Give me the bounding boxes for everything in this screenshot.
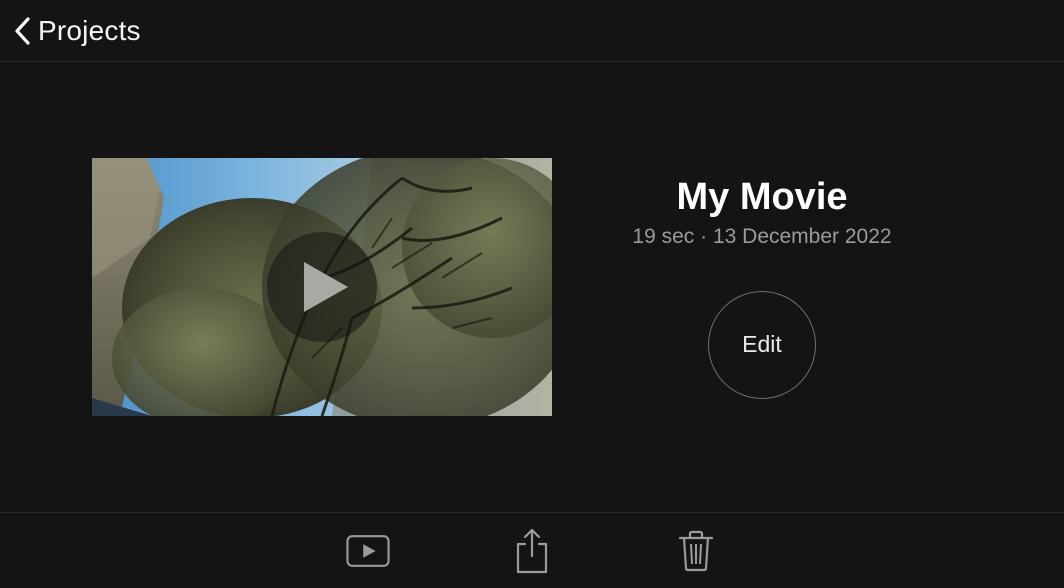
edit-label: Edit xyxy=(742,331,782,358)
share-icon xyxy=(514,528,550,574)
content-area: My Movie 19 sec · 13 December 2022 Edit xyxy=(0,62,1064,512)
project-title: My Movie xyxy=(676,176,847,219)
play-video-button[interactable] xyxy=(346,531,390,571)
delete-button[interactable] xyxy=(674,531,718,571)
chevron-left-icon xyxy=(14,17,32,45)
trash-icon xyxy=(678,530,714,572)
back-label: Projects xyxy=(38,15,141,47)
edit-button[interactable]: Edit xyxy=(708,291,816,399)
header-bar: Projects xyxy=(0,0,1064,62)
project-details: My Movie 19 sec · 13 December 2022 Edit xyxy=(552,176,972,399)
share-button[interactable] xyxy=(510,531,554,571)
bottom-toolbar xyxy=(0,512,1064,588)
play-video-icon xyxy=(346,534,390,568)
project-meta: 19 sec · 13 December 2022 xyxy=(632,225,891,249)
back-button[interactable]: Projects xyxy=(14,15,141,47)
play-icon xyxy=(304,262,348,312)
project-thumbnail[interactable] xyxy=(92,158,552,416)
play-button[interactable] xyxy=(267,232,377,342)
